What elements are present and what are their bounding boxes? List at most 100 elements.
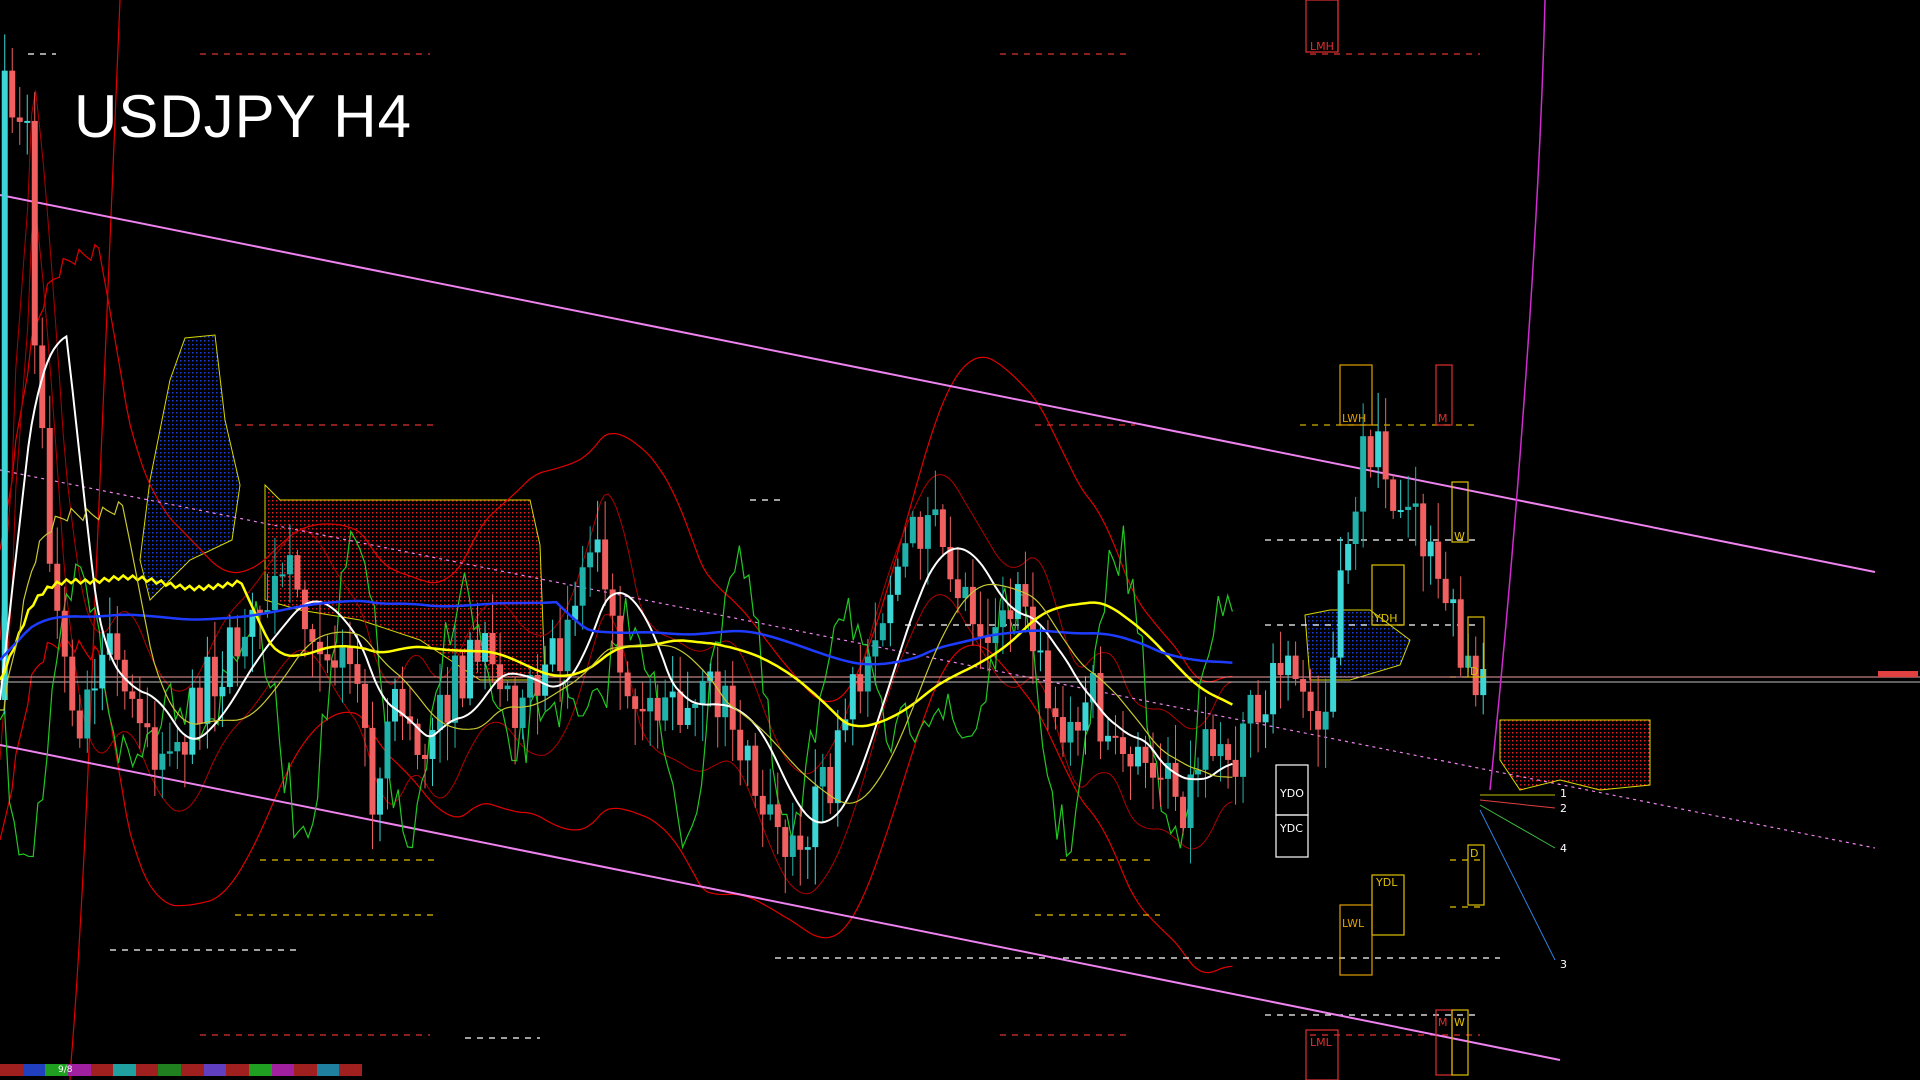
candle-body <box>1420 503 1427 557</box>
candle-body <box>16 117 23 122</box>
candle-body <box>369 727 376 815</box>
status-strip-segment <box>203 1064 227 1076</box>
level-box-label: M <box>1438 412 1448 425</box>
candle-body <box>1022 584 1029 607</box>
candle-body <box>1217 744 1224 757</box>
status-strip <box>0 1064 362 1076</box>
candle-body <box>782 827 789 857</box>
candle-body <box>549 638 556 665</box>
candle-body <box>286 555 293 575</box>
candle-body <box>181 742 188 755</box>
candle-body <box>602 539 609 590</box>
candle-body <box>1134 746 1141 767</box>
candle-body <box>1 70 8 701</box>
candle-body <box>977 624 984 637</box>
projection-label: 3 <box>1560 958 1567 971</box>
candle-body <box>654 697 661 721</box>
candle-body <box>422 754 429 760</box>
status-strip-segment <box>90 1064 114 1076</box>
candle-body <box>1255 694 1262 723</box>
level-box-label: YDH <box>1373 612 1397 625</box>
candle-body <box>504 685 511 690</box>
candle-body <box>144 723 151 728</box>
candle-body <box>346 647 353 665</box>
level-box-label: W <box>1454 530 1465 543</box>
candle-body <box>999 610 1006 628</box>
candle-body <box>339 647 346 668</box>
candle-body <box>84 689 91 739</box>
candle-body <box>1210 729 1217 757</box>
level-box-label: W <box>1454 1016 1465 1029</box>
candle-body <box>1412 503 1419 507</box>
candle-body <box>1427 541 1434 557</box>
candle-body <box>924 515 931 549</box>
candle-body <box>534 674 541 696</box>
price-chart[interactable]: LMHLWH MWYDHDYDOYDCDYDLLWLM WLML 1243 <box>0 0 1920 1080</box>
candle-body <box>1232 759 1239 777</box>
status-strip-label: 9/8 <box>58 1065 73 1075</box>
candle-body <box>31 120 38 346</box>
candle-body <box>1337 570 1344 658</box>
candle-body <box>151 727 158 770</box>
candle-body <box>1330 657 1337 712</box>
projection-label: 2 <box>1560 802 1567 815</box>
level-box-label: YDL <box>1375 876 1398 889</box>
candle-body <box>354 664 361 684</box>
candle-body <box>1157 777 1164 780</box>
candle-body <box>1082 702 1089 731</box>
candle-body <box>714 671 721 718</box>
status-strip-segment <box>0 1064 23 1076</box>
candle-body <box>639 708 646 712</box>
projection-label: 1 <box>1560 787 1567 800</box>
candle-body <box>1300 679 1307 692</box>
candle-body <box>617 615 624 673</box>
candle-body <box>579 567 586 606</box>
status-strip-segment <box>181 1064 204 1076</box>
candle-body <box>1405 506 1412 511</box>
candle-body <box>1044 650 1051 709</box>
candle-body <box>1202 729 1209 770</box>
level-box-label: LWH <box>1342 412 1366 425</box>
candle-body <box>1029 606 1036 652</box>
candle-body <box>376 778 383 815</box>
candle-body <box>219 686 226 697</box>
candle-body <box>69 656 76 711</box>
candle-body <box>1007 610 1014 620</box>
level-box-label: YDO <box>1279 787 1304 800</box>
candle-body <box>211 656 218 697</box>
candle-body <box>437 694 444 730</box>
candle-body <box>669 691 676 698</box>
candle-body <box>9 70 16 118</box>
candle-body <box>1247 694 1254 724</box>
candle-body <box>1187 774 1194 829</box>
candle-body <box>54 563 61 611</box>
cloud-red-2 <box>1499 719 1651 791</box>
candle-body <box>159 753 166 770</box>
candle-body <box>1285 655 1292 676</box>
candle-body <box>279 574 286 577</box>
candle-body <box>1240 723 1247 777</box>
candle-body <box>1142 746 1149 763</box>
status-strip-segment <box>135 1064 159 1076</box>
candle-body <box>834 730 841 804</box>
status-strip-segment <box>113 1064 136 1076</box>
candle-body <box>452 655 459 723</box>
candle-body <box>954 579 961 599</box>
candle-body <box>1277 663 1284 676</box>
candle-body <box>1315 711 1322 730</box>
candle-body <box>1435 541 1442 579</box>
candle-body <box>1367 436 1374 468</box>
candle-body <box>519 697 526 728</box>
candle-body <box>1457 599 1464 668</box>
candle-body <box>256 609 263 614</box>
candle-body <box>849 674 856 720</box>
channel-mid-line <box>0 469 1876 849</box>
candle-body <box>1119 737 1126 754</box>
candle-body <box>226 627 233 687</box>
candle-body <box>241 636 248 657</box>
cloud-blue-1 <box>139 334 241 601</box>
candle-body <box>797 835 804 850</box>
candle-body <box>1037 650 1044 653</box>
candle-body <box>234 627 241 657</box>
candle-body <box>301 589 308 630</box>
